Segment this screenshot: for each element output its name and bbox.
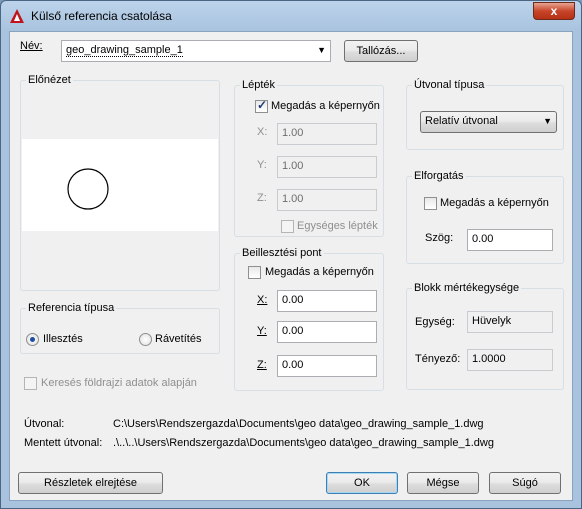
scale-group: Lépték ✓ Megadás a képernyőn X: 1.00 Y: … (234, 79, 384, 237)
factor-label: Tényező: (415, 353, 461, 365)
saved-path-label: Mentett útvonal: (24, 437, 103, 449)
dialog-client: Név: geo_drawing_sample_1 ▼ Tallózás... … (9, 31, 573, 501)
window-title: Külső referencia csatolása (31, 9, 172, 23)
scale-y-label: Y: (257, 159, 267, 171)
close-icon: x (550, 4, 558, 18)
ins-x-label: X: (257, 294, 268, 306)
overlay-radio[interactable] (139, 333, 152, 346)
path-value: C:\Users\Rendszergazda\Documents\geo dat… (113, 418, 484, 430)
rotation-onscreen-label: Megadás a képernyőn (440, 197, 549, 209)
geo-search-checkbox[interactable] (24, 377, 37, 390)
unit-label: Egység: (415, 316, 455, 328)
title-bar[interactable]: Külső referencia csatolása x (1, 1, 581, 31)
saved-path-value: .\..\..\Users\Rendszergazda\Documents\ge… (113, 437, 494, 449)
path-type-group: Útvonal típusa Relatív útvonal ▼ (406, 79, 564, 150)
ref-type-group: Referencia típusa Illesztés Rávetítés (20, 302, 220, 354)
autocad-logo-icon (10, 9, 24, 23)
preview-group: Előnézet (20, 74, 220, 291)
browse-button[interactable]: Tallózás... (344, 40, 418, 62)
cancel-button[interactable]: Mégse (407, 472, 479, 494)
insertion-onscreen-label: Megadás a képernyőn (265, 266, 374, 278)
help-button[interactable]: Súgó (489, 472, 561, 494)
scale-label: Lépték (240, 79, 278, 91)
scale-z-input[interactable]: 1.00 (277, 189, 377, 211)
insertion-group: Beillesztési pont Megadás a képernyőn X:… (234, 247, 384, 391)
name-value: geo_drawing_sample_1 (66, 44, 183, 57)
block-unit-label: Blokk mértékegysége (412, 282, 522, 294)
uniform-scale-label: Egységes lépték (297, 220, 378, 232)
path-type-select[interactable]: Relatív útvonal ▼ (420, 111, 557, 133)
ins-x-input[interactable]: 0.00 (277, 290, 377, 312)
overlay-label[interactable]: Rávetítés (155, 333, 201, 345)
name-combo[interactable]: geo_drawing_sample_1 ▼ (61, 40, 331, 62)
scale-y-input[interactable]: 1.00 (277, 156, 377, 178)
preview-label: Előnézet (26, 74, 73, 86)
rotation-label: Elforgatás (412, 170, 466, 182)
chevron-down-icon: ▼ (543, 116, 552, 126)
angle-label: Szög: (425, 232, 454, 244)
scale-onscreen-label: Megadás a képernyőn (271, 100, 380, 112)
ins-y-input[interactable]: 0.00 (277, 321, 377, 343)
ref-type-label: Referencia típusa (26, 302, 117, 314)
close-button[interactable]: x (533, 2, 575, 20)
attach-label[interactable]: Illesztés (43, 333, 83, 345)
ins-z-input[interactable]: 0.00 (277, 355, 377, 377)
scale-z-label: Z: (257, 192, 267, 204)
rotation-onscreen-checkbox[interactable] (424, 197, 437, 210)
unit-value: Hüvelyk (467, 311, 553, 333)
preview-canvas (22, 139, 218, 231)
attach-radio[interactable] (26, 333, 39, 346)
ok-button[interactable]: OK (326, 472, 398, 494)
scale-x-label: X: (257, 126, 268, 138)
circle-preview-icon (67, 168, 109, 210)
ins-z-label: Z: (257, 359, 267, 371)
ins-y-label: Y: (257, 325, 267, 337)
geo-search-label: Keresés földrajzi adatok alapján (41, 377, 197, 389)
chevron-down-icon: ▼ (317, 45, 326, 55)
block-unit-group: Blokk mértékegysége Egység: Hüvelyk Tény… (406, 282, 564, 390)
scale-x-input[interactable]: 1.00 (277, 123, 377, 145)
uniform-scale-checkbox[interactable] (281, 220, 294, 233)
path-type-label: Útvonal típusa (412, 79, 487, 91)
name-label: Név: (20, 40, 43, 52)
factor-value: 1.0000 (467, 349, 553, 371)
scale-onscreen-checkbox[interactable]: ✓ (255, 98, 268, 113)
insertion-onscreen-checkbox[interactable] (248, 266, 261, 279)
path-type-value: Relatív útvonal (425, 115, 498, 127)
angle-input[interactable]: 0.00 (467, 229, 553, 251)
hide-details-button[interactable]: Részletek elrejtése (18, 472, 163, 494)
rotation-group: Elforgatás Megadás a képernyőn Szög: 0.0… (406, 170, 564, 264)
path-label: Útvonal: (24, 418, 65, 430)
insertion-label: Beillesztési pont (240, 247, 324, 259)
dialog-window: Külső referencia csatolása x Név: geo_dr… (0, 0, 582, 509)
